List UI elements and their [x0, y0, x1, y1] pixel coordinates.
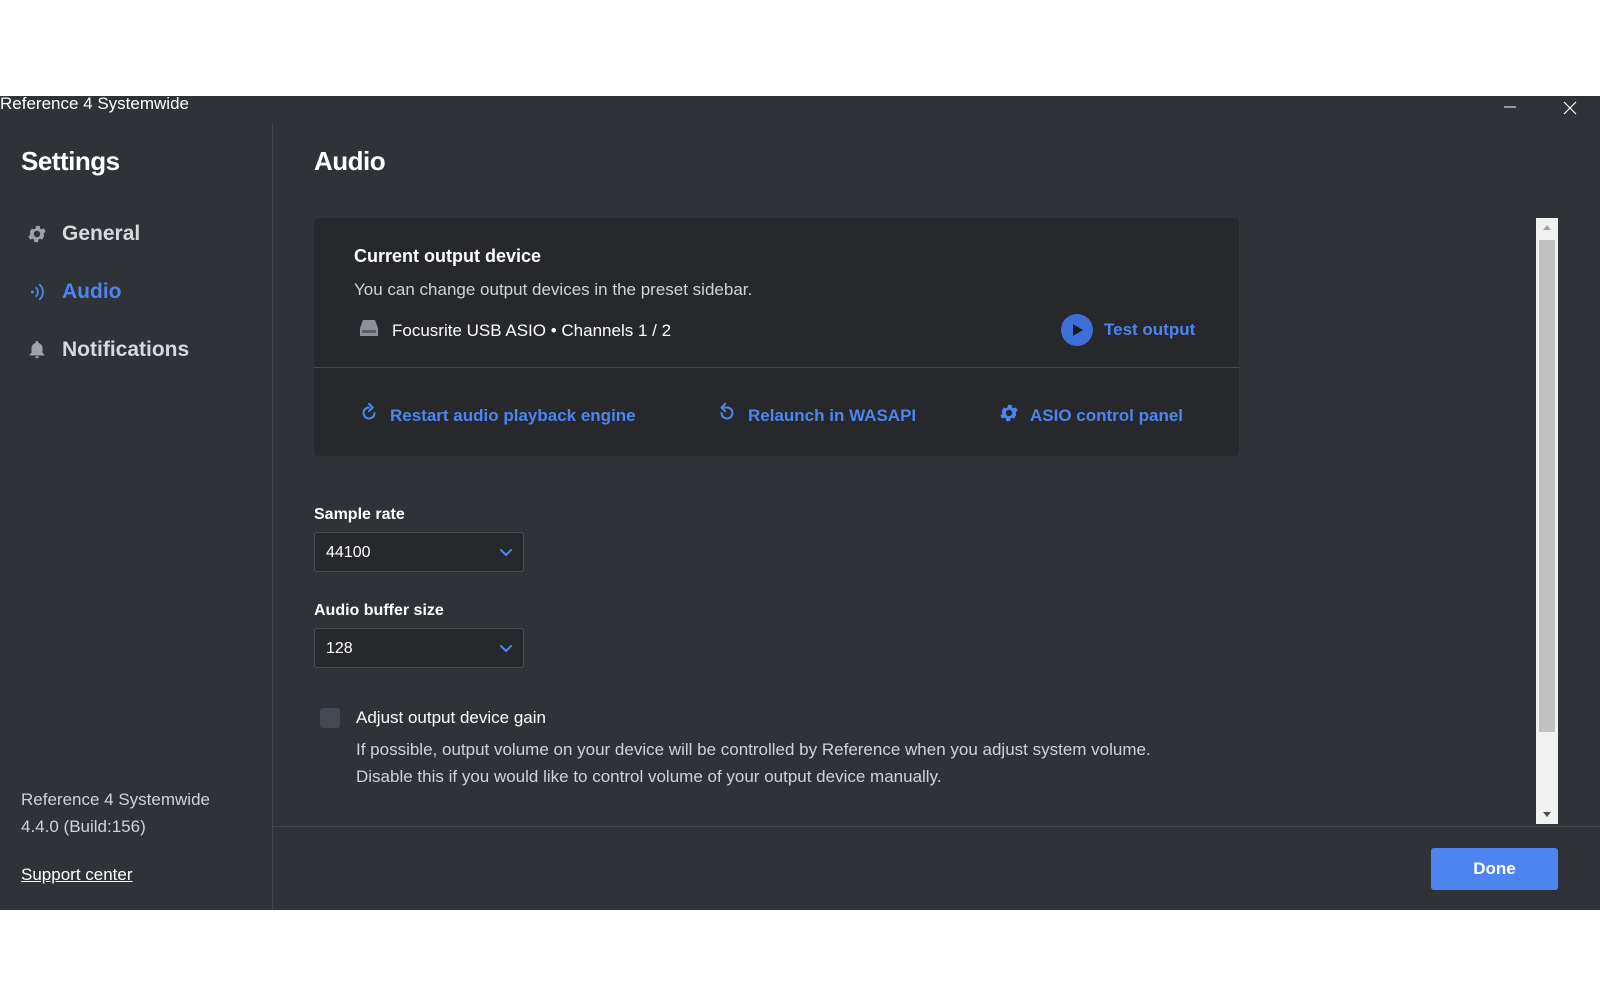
- restart-icon: [358, 402, 380, 429]
- scroll-down-button[interactable]: [1536, 806, 1558, 824]
- sidebar-item-label: General: [62, 222, 141, 245]
- adjust-gain-label: Adjust output device gain: [356, 708, 546, 727]
- test-output-button[interactable]: Test output: [1061, 314, 1195, 346]
- relaunch-wasapi-label: Relaunch in WASAPI: [748, 405, 917, 425]
- sample-rate-value: 44100: [326, 544, 371, 561]
- device-row: Focusrite USB ASIO • Channels 1 / 2: [358, 318, 671, 343]
- sidebar-item-general[interactable]: General: [24, 217, 140, 251]
- scroll-thumb[interactable]: [1539, 240, 1555, 732]
- adjust-gain-checkbox[interactable]: [320, 708, 340, 728]
- sidebar-title: Settings: [21, 146, 120, 176]
- footer-divider: [273, 826, 1600, 827]
- close-button[interactable]: [1548, 96, 1592, 120]
- sidebar: Settings General Audio Notifications Ref…: [0, 124, 273, 910]
- scrollbar[interactable]: [1536, 218, 1558, 824]
- gear-icon: [24, 221, 50, 247]
- sample-rate-label: Sample rate: [314, 506, 405, 523]
- chevron-down-icon: [499, 642, 513, 661]
- play-icon: [1061, 314, 1093, 346]
- arrow-up-icon: [1543, 225, 1551, 230]
- sidebar-item-label: Audio: [62, 280, 122, 303]
- adjust-gain-description: Disable this if you would like to contro…: [356, 767, 942, 786]
- asio-control-panel-button[interactable]: ASIO control panel: [998, 402, 1183, 429]
- minimize-button[interactable]: [1488, 96, 1532, 120]
- relaunch-icon: [716, 402, 738, 429]
- card-heading: Current output device: [354, 246, 542, 266]
- page-title: Audio: [314, 146, 386, 176]
- restart-engine-button[interactable]: Restart audio playback engine: [358, 402, 636, 429]
- output-device-card: Current output device You can change out…: [314, 218, 1239, 456]
- sidebar-item-notifications[interactable]: Notifications: [24, 333, 189, 367]
- output-device-section: Current output device You can change out…: [314, 218, 1239, 368]
- title-bar: Reference 4 Systemwide: [0, 94, 1600, 124]
- asio-control-panel-label: ASIO control panel: [1030, 405, 1184, 425]
- card-subtitle: You can change output devices in the pre…: [354, 280, 753, 299]
- test-output-label: Test output: [1104, 320, 1196, 339]
- restart-engine-label: Restart audio playback engine: [390, 405, 636, 425]
- done-button[interactable]: Done: [1431, 848, 1558, 890]
- close-icon: [1563, 101, 1577, 115]
- arrow-down-icon: [1543, 812, 1551, 817]
- buffer-size-value: 128: [326, 640, 353, 657]
- sidebar-item-audio[interactable]: Audio: [24, 275, 121, 309]
- gear-icon: [998, 402, 1020, 429]
- chevron-down-icon: [499, 546, 513, 565]
- window-title: Reference 4 Systemwide: [0, 94, 189, 113]
- sample-rate-select[interactable]: 44100: [314, 532, 524, 572]
- scroll-up-button[interactable]: [1536, 218, 1558, 236]
- audio-waves-icon: [24, 279, 50, 305]
- sidebar-item-label: Notifications: [62, 338, 190, 361]
- app-name: Reference 4 Systemwide: [21, 790, 210, 809]
- device-name: Focusrite USB ASIO • Channels 1 / 2: [392, 320, 672, 340]
- audio-interface-icon: [358, 318, 380, 343]
- support-center-link[interactable]: Support center: [21, 865, 133, 885]
- relaunch-wasapi-button[interactable]: Relaunch in WASAPI: [716, 402, 916, 429]
- buffer-size-select[interactable]: 128: [314, 628, 524, 668]
- adjust-gain-description: If possible, output volume on your devic…: [356, 740, 1151, 759]
- buffer-size-label: Audio buffer size: [314, 602, 444, 619]
- bell-icon: [24, 337, 50, 363]
- minimize-icon: [1504, 106, 1516, 108]
- app-version: 4.4.0 (Build:156): [21, 817, 146, 836]
- settings-window: Reference 4 Systemwide Settings General …: [0, 94, 1600, 910]
